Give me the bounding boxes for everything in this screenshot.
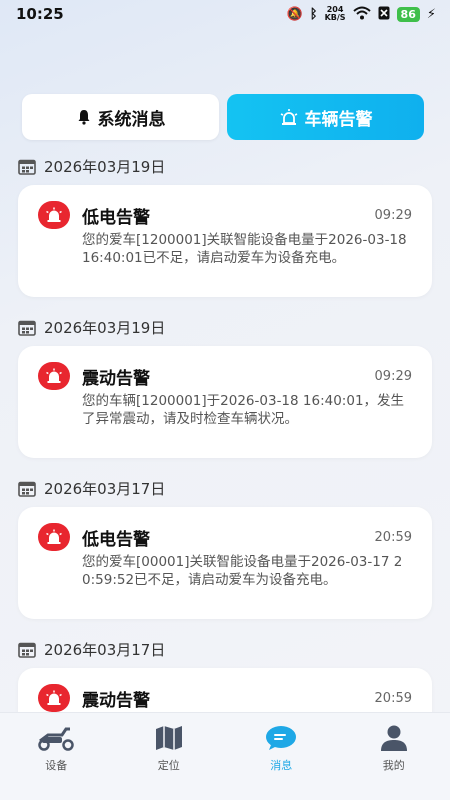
date-label: 2026年03月19日 [44,318,166,337]
message-icon [266,726,297,750]
status-bar: 10:25 🔕 ᛒ 204 KB/S 86 ⚡ [0,0,450,28]
alarm-card[interactable]: 低电告警 09:29 您的爱车[1200001]关联智能设备电量于2026-03… [18,185,432,297]
alarm-title: 低电告警 [82,207,150,228]
date-label: 2026年03月17日 [44,479,166,498]
date-header: 2026年03月17日 [18,633,432,665]
tab-system-messages[interactable]: 系统消息 [22,94,219,140]
nav-messages-label: 消息 [270,759,293,772]
date-label: 2026年03月17日 [44,640,166,659]
calendar-icon [18,320,36,336]
date-label: 2026年03月19日 [44,157,166,176]
alarm-message: 您的车辆[1200001]于2026-03-18 16:40:01，发生了异常震… [82,393,405,427]
nav-device[interactable]: 设备 [0,725,113,773]
alarm-time: 20:59 [374,690,412,706]
calendar-icon [18,481,36,497]
bottom-nav: 设备 定位 消息 我的 [0,712,450,800]
alarm-light-icon [38,201,70,229]
bell-icon [78,110,89,125]
date-header: 2026年03月19日 [18,150,432,182]
message-tabs: 系统消息 车辆告警 [22,94,424,140]
alarm-light-icon [38,362,70,390]
status-icons: 🔕 ᛒ 204 KB/S 86 ⚡ [287,6,436,23]
status-time: 10:25 [16,5,64,23]
sim-off-icon [378,6,390,23]
net-speed: 204 KB/S [325,6,346,22]
nav-messages[interactable]: 消息 [225,725,338,773]
wifi-icon [352,6,371,23]
alarm-time: 20:59 [374,529,412,545]
map-icon [155,726,182,750]
scooter-icon [38,727,74,751]
alarm-card[interactable]: 低电告警 20:59 您的爱车[00001]关联智能设备电量于2026-03-1… [18,507,432,619]
nav-mine[interactable]: 我的 [338,725,450,773]
alarm-title: 震动告警 [82,368,150,389]
alarm-light-icon [280,109,297,125]
date-header: 2026年03月17日 [18,472,432,504]
user-icon [380,725,407,751]
battery-level: 86 [396,6,420,22]
alarm-title: 震动告警 [82,690,150,711]
alarm-card[interactable]: 震动告警 20:59 [18,668,432,712]
calendar-icon [18,159,36,175]
alarm-group: 2026年03月19日 低电告警 09:29 您的爱车[1200001]关联智能… [0,150,450,297]
alarm-time: 09:29 [374,368,412,384]
alarm-time: 09:29 [374,207,412,223]
charging-icon: ⚡ [426,6,436,22]
alarm-card[interactable]: 震动告警 09:29 您的车辆[1200001]于2026-03-18 16:4… [18,346,432,458]
nav-location[interactable]: 定位 [113,725,226,773]
tab-system-messages-label: 系统消息 [97,109,166,130]
date-header: 2026年03月19日 [18,311,432,343]
net-speed-unit: KB/S [324,13,346,22]
bluetooth-icon: ᛒ [309,6,318,22]
alarm-message: 您的爱车[00001]关联智能设备电量于2026-03-17 20:59:52已… [82,554,403,588]
alarm-group: 2026年03月17日 低电告警 20:59 您的爱车[00001]关联智能设备… [0,472,450,619]
calendar-icon [18,642,36,658]
nav-mine-label: 我的 [382,759,405,772]
alarm-message: 您的爱车[1200001]关联智能设备电量于2026-03-18 16:40:0… [82,232,407,266]
nav-device-label: 设备 [45,759,68,772]
alarm-light-icon [38,684,70,712]
alarm-list[interactable]: 2026年03月19日 低电告警 09:29 您的爱车[1200001]关联智能… [0,150,450,712]
tab-vehicle-alarms[interactable]: 车辆告警 [227,94,424,140]
alarm-light-icon [38,523,70,551]
mute-bell-icon: 🔕 [286,6,303,22]
alarm-title: 低电告警 [82,529,150,550]
nav-location-label: 定位 [157,759,180,772]
alarm-group: 2026年03月17日 震动告警 20:59 [0,633,450,712]
alarm-group: 2026年03月19日 震动告警 09:29 您的车辆[1200001]于202… [0,311,450,458]
tab-vehicle-alarms-label: 车辆告警 [304,109,373,130]
